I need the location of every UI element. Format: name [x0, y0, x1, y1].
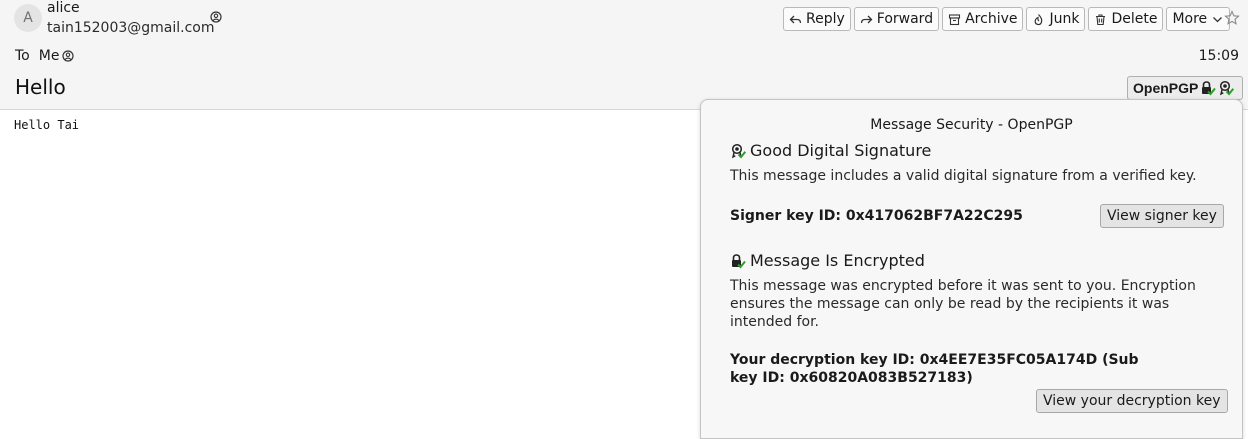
lock-check-icon [732, 253, 746, 268]
forward-icon [860, 15, 873, 23]
avatar[interactable]: A [14, 4, 42, 32]
message-toolbar: Reply Forward Archive Junk Delete More [783, 7, 1231, 31]
recipient-me[interactable]: Me [39, 48, 60, 64]
decryption-key-id: Your decryption key ID: 0x4EE7E35FC05A17… [730, 352, 1139, 386]
signature-heading-row: Good Digital Signature [730, 141, 931, 160]
star-icon[interactable] [1224, 10, 1240, 26]
message-subject: Hello [15, 75, 66, 99]
view-decryption-key-button[interactable]: View your decryption key [1036, 389, 1228, 413]
reply-button[interactable]: Reply [783, 7, 851, 31]
message-body: Hello Tai [14, 118, 80, 132]
signature-description: This message includes a valid digital si… [730, 168, 1197, 184]
reply-label: Reply [806, 11, 845, 27]
contact-icon[interactable] [62, 50, 75, 62]
contact-icon[interactable] [210, 11, 222, 23]
signature-check-icon [1220, 80, 1235, 96]
openpgp-button[interactable]: OpenPGP [1127, 76, 1243, 100]
encryption-description: This message was encrypted before it was… [730, 278, 1196, 330]
signature-check-icon [731, 143, 746, 158]
message-time: 15:09 [1198, 48, 1239, 64]
message-security-popup: Message Security - OpenPGP Good Digital … [700, 99, 1243, 439]
reply-icon [789, 15, 802, 23]
to-label: To [15, 48, 30, 64]
sender-name[interactable]: alice [47, 0, 80, 16]
more-button[interactable]: More [1166, 7, 1231, 31]
view-signer-key-button[interactable]: View signer key [1100, 204, 1224, 228]
trash-icon [1096, 13, 1106, 25]
recipients-row: To Me [15, 48, 75, 64]
openpgp-label: OpenPGP [1133, 80, 1199, 96]
archive-button[interactable]: Archive [942, 7, 1024, 31]
chevron-down-icon [1213, 16, 1223, 22]
forward-button[interactable]: Forward [853, 7, 940, 31]
encryption-heading-row: Message Is Encrypted [730, 251, 925, 270]
junk-label: Junk [1049, 11, 1080, 27]
lock-check-icon [1202, 81, 1217, 96]
archive-icon [949, 13, 961, 25]
delete-button[interactable]: Delete [1088, 7, 1164, 31]
junk-button[interactable]: Junk [1026, 7, 1086, 31]
signer-key-id: Signer key ID: 0x417062BF7A22C295 [730, 208, 1023, 224]
forward-label: Forward [876, 11, 934, 27]
sender-email[interactable]: tain152003@gmail.com [47, 20, 215, 36]
delete-label: Delete [1111, 11, 1158, 27]
message-header: A alice tain152003@gmail.com Reply Forwa… [0, 0, 1248, 110]
popup-title: Message Security - OpenPGP [870, 117, 1073, 133]
encryption-heading: Message Is Encrypted [750, 251, 925, 270]
signature-heading: Good Digital Signature [750, 141, 932, 160]
junk-icon [1035, 13, 1043, 25]
archive-label: Archive [965, 11, 1018, 27]
more-label: More [1172, 11, 1208, 27]
